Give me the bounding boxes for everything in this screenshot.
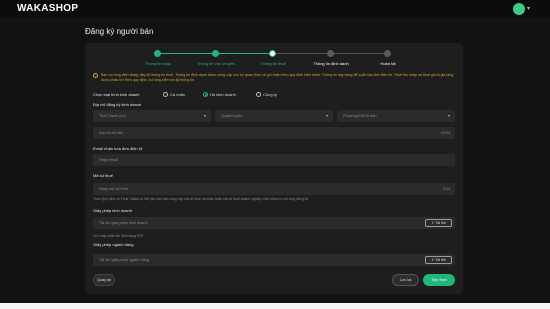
tax-hint: Theo Quy định về Thuế, Waka có thể yêu c…: [93, 197, 310, 201]
step-dot-tax: [269, 50, 276, 57]
bottom-strip: [0, 303, 550, 309]
street-address-input[interactable]: Địa chỉ chi tiết 0/200: [93, 127, 455, 139]
license-upload-field[interactable]: Tải lên giấy phép kinh doanh ⇪ Tải lên: [93, 217, 455, 229]
upload-label: Tải lên: [435, 221, 446, 225]
step-dot-shipping: [212, 50, 219, 57]
radio-individual[interactable]: Cá nhân: [163, 92, 185, 97]
registration-form-card: Thông tin shop Thông tin vận chuyển Thôn…: [85, 43, 463, 294]
province-select[interactable]: Tỉnh/Thành phố ▾: [93, 110, 211, 122]
email-input[interactable]: Nhập email: [93, 154, 455, 166]
radio-label: Cá nhân: [170, 92, 186, 97]
radio-label: Công ty: [263, 92, 277, 97]
radio-label: Hộ kinh doanh: [210, 92, 236, 97]
page-title: Đăng ký người bán: [85, 27, 154, 36]
step-label-identity: Thông tin định danh: [313, 61, 349, 66]
ward-placeholder: Phường/Xã/Thị trấn: [343, 114, 377, 118]
step-label-tax: Thông tin thuế: [260, 61, 286, 66]
license-placeholder: Tải lên giấy phép kinh doanh: [99, 221, 148, 225]
email-label: Email nhận hóa đơn điện tử: [93, 146, 143, 151]
food-license-placeholder: Tải lên giấy phép ngành hàng: [99, 258, 150, 262]
radio-icon: [163, 92, 168, 97]
step-connector: [158, 53, 245, 54]
ward-select[interactable]: Phường/Xã/Thị trấn ▾: [337, 110, 455, 122]
next-button[interactable]: Tiếp theo: [423, 274, 455, 286]
food-license-label: Giấy phép ngành hàng: [93, 242, 134, 247]
address-label: Địa chỉ đăng ký kinh doanh: [93, 102, 142, 107]
license-label: Giấy phép kinh doanh: [93, 208, 132, 213]
back-button[interactable]: Quay lại: [93, 274, 115, 286]
business-type-label: Chọn loại hình kinh doanh: [93, 92, 140, 97]
step-label-shop: Thông tin shop: [144, 61, 172, 66]
save-button[interactable]: Lưu lại: [392, 274, 419, 286]
tax-placeholder: Nhập mã số thuế: [99, 187, 128, 191]
upload-label: Tải lên: [435, 258, 446, 262]
step-label-complete: Hoàn tất: [380, 61, 396, 66]
food-license-upload-button[interactable]: ⇪ Tải lên: [425, 256, 452, 264]
upload-icon: ⇪: [431, 221, 435, 225]
radio-household[interactable]: Hộ kinh doanh: [203, 92, 236, 97]
food-license-upload-field[interactable]: Tải lên giấy phép ngành hàng ⇪ Tải lên: [93, 254, 455, 266]
radio-icon: [256, 92, 261, 97]
license-hint: Chỉ chấp nhận file định dạng PDF: [93, 234, 144, 238]
street-placeholder: Địa chỉ chi tiết: [99, 131, 123, 135]
email-placeholder: Nhập email: [99, 158, 119, 162]
district-select[interactable]: Quận/Huyện ▾: [215, 110, 333, 122]
notice-text: Bạn vui lòng điền đúng, đầy đủ thông tin…: [101, 73, 454, 82]
tax-label: Mã số thuế: [93, 173, 113, 178]
upload-icon: ⇪: [431, 258, 435, 262]
char-counter: 0/200: [441, 131, 450, 135]
user-avatar[interactable]: [513, 3, 525, 15]
top-navbar: WAKASHOP ▾: [0, 0, 550, 18]
step-label-shipping: Thông tin vận chuyển: [196, 61, 236, 66]
progress-stepper: Thông tin shop Thông tin vận chuyển Thôn…: [85, 49, 463, 71]
province-placeholder: Tỉnh/Thành phố: [99, 114, 126, 118]
step-dot-shop: [154, 50, 161, 57]
tax-code-input[interactable]: Nhập mã số thuế 0/14: [93, 183, 455, 195]
radio-company[interactable]: Công ty: [256, 92, 277, 97]
info-icon: [93, 73, 98, 78]
chevron-down-icon: ▾: [325, 113, 328, 118]
license-upload-button[interactable]: ⇪ Tải lên: [425, 219, 452, 227]
char-counter: 0/14: [443, 187, 450, 191]
radio-icon: [203, 92, 208, 97]
step-dot-identity: [327, 50, 334, 57]
chevron-down-icon: ▾: [203, 113, 206, 118]
district-placeholder: Quận/Huyện: [221, 114, 243, 118]
brand-logo[interactable]: WAKASHOP: [17, 3, 78, 14]
step-dot-complete: [384, 50, 391, 57]
chevron-down-icon[interactable]: ▾: [527, 5, 530, 12]
chevron-down-icon: ▾: [447, 113, 450, 118]
